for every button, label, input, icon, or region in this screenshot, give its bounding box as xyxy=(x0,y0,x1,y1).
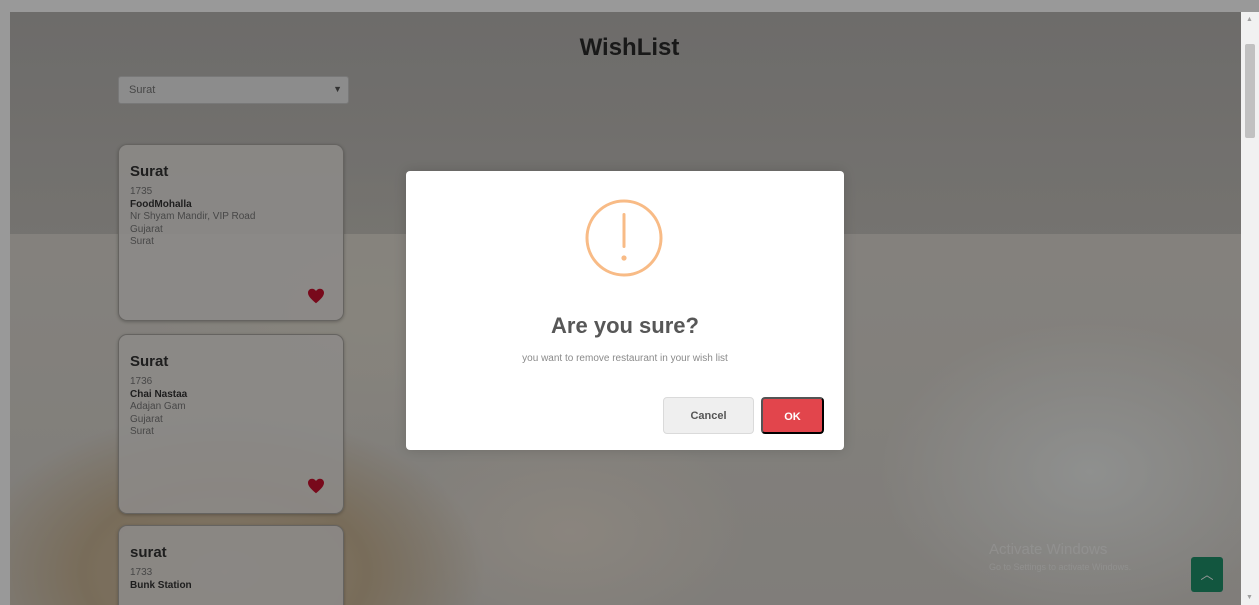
scroll-up-arrow-icon[interactable]: ▲ xyxy=(1246,16,1253,23)
dialog-title: Are you sure? xyxy=(551,313,699,338)
confirm-dialog: Are you sure? you want to remove restaur… xyxy=(406,171,844,450)
dialog-message: you want to remove restaurant in your wi… xyxy=(522,353,728,364)
page-scrollbar[interactable]: ▲ ▼ xyxy=(1241,12,1259,605)
scrollbar-thumb[interactable] xyxy=(1245,44,1255,138)
warning-icon xyxy=(585,199,663,277)
cancel-button[interactable]: Cancel xyxy=(663,397,754,434)
scroll-down-arrow-icon[interactable]: ▼ xyxy=(1246,594,1253,601)
ok-button[interactable]: OK xyxy=(761,397,824,434)
